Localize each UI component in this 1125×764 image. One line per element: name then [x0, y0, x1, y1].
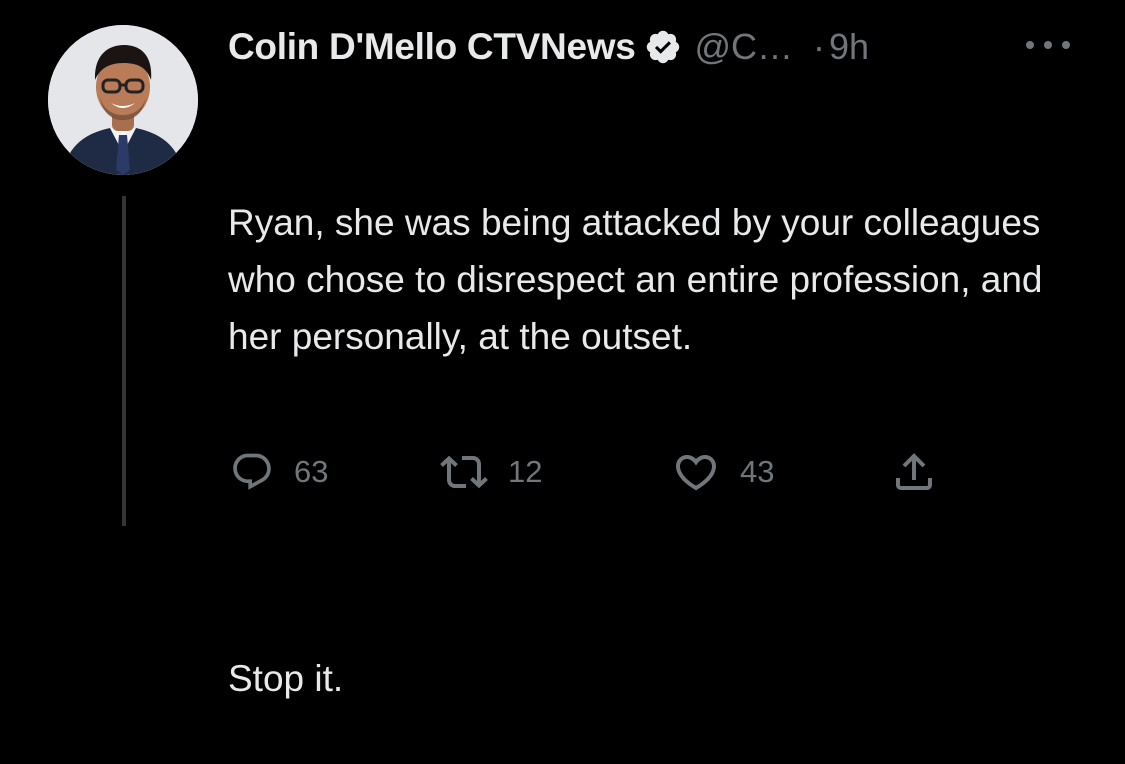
share-icon	[896, 453, 932, 490]
tweet-paragraph: Ryan, she was being attacked by your col…	[228, 202, 1053, 357]
tweet-action-bar: 63 12 43	[0, 444, 1125, 500]
separator-dot: ·	[813, 26, 826, 67]
tweet-timestamp[interactable]: 9h	[829, 26, 869, 68]
reply-icon	[233, 453, 271, 490]
author-handle[interactable]: @C…	[694, 26, 793, 68]
tweet-header: Colin D'Mello CTVNews @C… · 9h	[228, 22, 869, 72]
retweet-icon	[440, 455, 488, 489]
verified-badge-icon	[644, 28, 682, 66]
more-options-icon[interactable]	[1020, 30, 1076, 60]
reply-count: 63	[294, 454, 329, 489]
retweet-count: 12	[508, 454, 543, 489]
author-display-name[interactable]: Colin D'Mello CTVNews	[228, 26, 636, 68]
like-button[interactable]: 43	[672, 444, 774, 500]
share-button[interactable]	[890, 444, 938, 500]
reply-button[interactable]: 63	[230, 444, 328, 500]
retweet-button[interactable]: 12	[440, 444, 542, 500]
avatar[interactable]	[48, 25, 198, 175]
tweet-text: Ryan, she was being attacked by your col…	[228, 80, 1088, 764]
profile-photo-icon	[48, 25, 198, 175]
heart-icon	[675, 455, 717, 491]
like-count: 43	[740, 454, 775, 489]
tweet-paragraph: Stop it.	[228, 658, 344, 699]
